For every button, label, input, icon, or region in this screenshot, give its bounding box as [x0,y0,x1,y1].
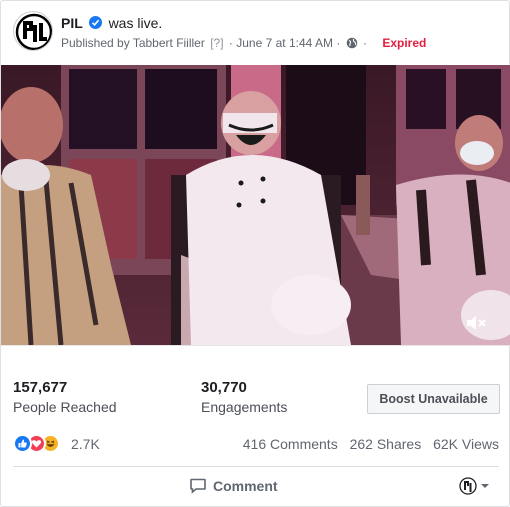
published-by-text: Published by Tabbert Fiiller [61,36,205,50]
mute-toggle-button[interactable] [465,313,489,333]
post-header: PIL was live. Published by Tabbert Fiill… [13,11,499,55]
reaction-count[interactable]: 2.7K [71,436,100,452]
boost-button[interactable]: Boost Unavailable [367,384,500,414]
reactions-bar: 2.7K 416 Comments 262 Shares 62K Views [13,433,499,455]
help-marker[interactable]: [?] [210,36,223,50]
pil-logo-icon [15,13,52,50]
people-reached-stat: 157,677 People Reached [13,379,117,416]
like-icon [13,434,32,453]
meta-separator: · [228,36,233,50]
verified-badge-icon [88,16,102,29]
post-actions: Comment [13,473,499,501]
post-date-link[interactable]: June 7 at 1:44 AM [236,36,333,50]
was-live-text: was live. [108,15,163,31]
engagements-stat: 30,770 Engagements [201,379,287,416]
comments-count-link[interactable]: 416 Comments [243,436,338,452]
status-badge: Expired [382,36,427,50]
page-selector-dropdown[interactable] [459,476,491,496]
insights-row: 157,677 People Reached 30,770 Engagement… [1,345,510,425]
live-post-card: PIL was live. Published by Tabbert Fiill… [0,0,510,507]
post-title: PIL was live. [61,14,162,32]
meta-separator: · [336,36,341,50]
views-count: 62K Views [433,436,499,452]
globe-icon[interactable] [346,37,358,53]
people-reached-label: People Reached [13,399,117,415]
comment-button[interactable]: Comment [189,477,278,495]
engagement-counts: 416 Comments 262 Shares 62K Views [235,436,499,452]
post-meta: Published by Tabbert Fiiller [?] · June … [61,35,426,53]
shares-count-link[interactable]: 262 Shares [350,436,422,452]
speaker-muted-icon [467,316,486,330]
meta-separator: · [363,36,367,50]
video-player[interactable] [1,65,510,345]
engagements-label: Engagements [201,399,288,415]
chevron-down-icon [481,484,489,488]
video-frame [1,65,510,345]
page-avatar[interactable] [13,11,53,51]
comment-icon [190,478,206,494]
pil-logo-icon [459,477,477,495]
reaction-icons[interactable] [13,434,69,454]
divider [13,466,499,467]
comment-label: Comment [213,478,278,494]
people-reached-value: 157,677 [13,379,68,396]
engagements-value: 30,770 [201,379,247,396]
page-name-link[interactable]: PIL [61,15,83,31]
